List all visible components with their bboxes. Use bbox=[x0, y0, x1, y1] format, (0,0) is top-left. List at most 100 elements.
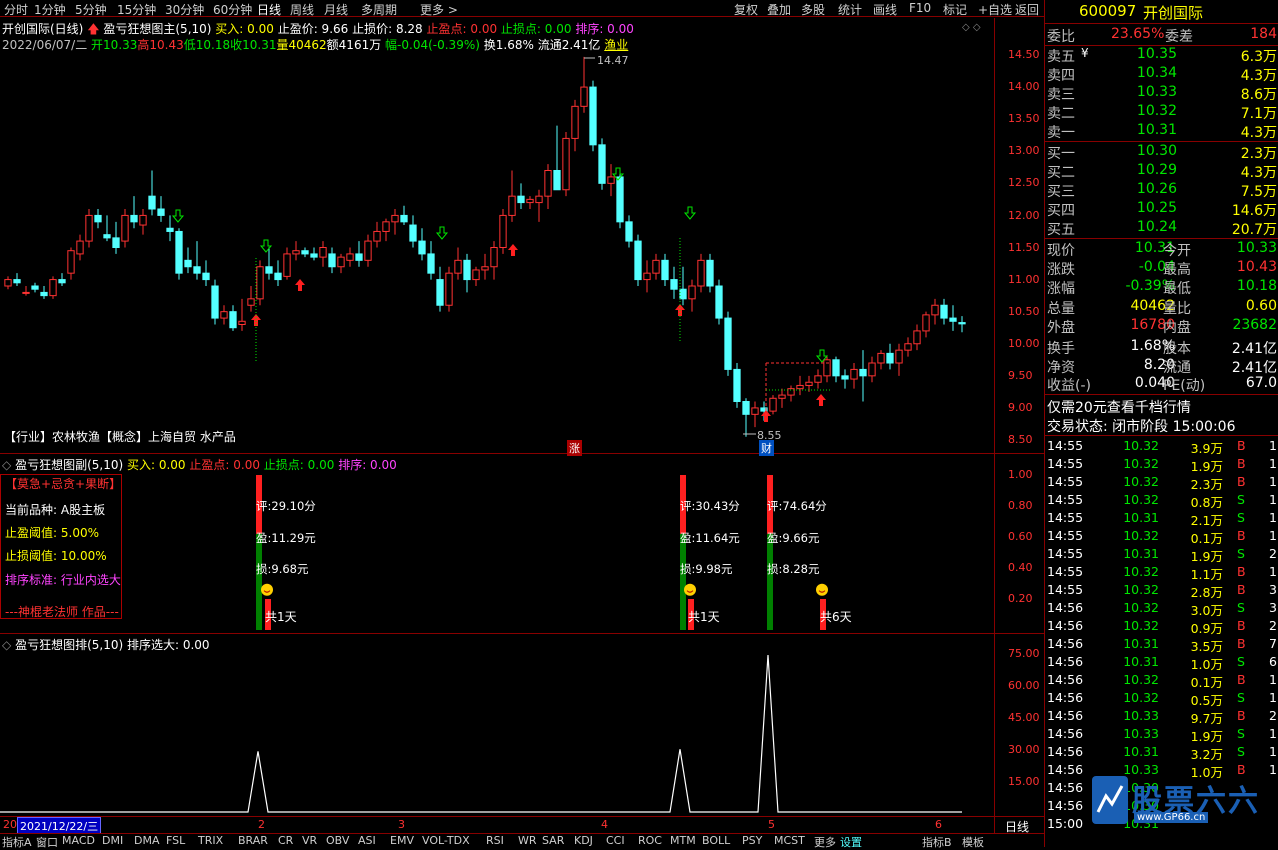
ask-row[interactable]: 卖五 ¥10.35 6.3万 bbox=[1045, 46, 1278, 65]
toolbar-button[interactable]: 画线 bbox=[873, 1, 897, 18]
bid-row[interactable]: 买一 10.30 2.3万 bbox=[1045, 143, 1278, 162]
ask-row[interactable]: 卖二 10.32 7.1万 bbox=[1045, 103, 1278, 122]
ask-row[interactable]: 卖一 10.31 4.3万 bbox=[1045, 122, 1278, 141]
candle-down bbox=[229, 311, 237, 329]
indicator-tab[interactable]: ROC bbox=[638, 834, 662, 847]
period-tab[interactable]: 月线 bbox=[324, 1, 348, 18]
tick-side: B bbox=[1237, 708, 1246, 723]
bid-row[interactable]: 买三 10.26 7.5万 bbox=[1045, 181, 1278, 200]
stat-row: 涨跌 -0.04 最高 10.43 bbox=[1045, 259, 1278, 278]
indicator-tab[interactable]: DMI bbox=[102, 834, 123, 847]
period-tab[interactable]: 30分钟 bbox=[165, 1, 204, 18]
candle-up bbox=[22, 291, 30, 294]
rank-panel[interactable] bbox=[0, 634, 994, 816]
signal-score: 评:74.64分 bbox=[767, 499, 827, 513]
indicator-tab[interactable]: DMA bbox=[134, 834, 160, 847]
period-tab[interactable]: 60分钟 bbox=[213, 1, 252, 18]
signal-days: 共1天 bbox=[688, 610, 720, 624]
tick-time: 14:55 bbox=[1047, 474, 1084, 489]
indicator-tab[interactable]: CCI bbox=[606, 834, 625, 847]
candle-up bbox=[481, 266, 489, 271]
candle-up bbox=[778, 394, 786, 399]
candle-down bbox=[436, 279, 444, 306]
period-tab[interactable]: 5分钟 bbox=[75, 1, 107, 18]
period-tab[interactable]: 15分钟 bbox=[117, 1, 156, 18]
stat-label: PE(动) bbox=[1163, 378, 1206, 394]
indicator-tab[interactable]: SAR bbox=[542, 834, 564, 847]
tick-volume: 0.9万 bbox=[1190, 621, 1223, 636]
toolbar-button[interactable]: 叠加 bbox=[767, 1, 791, 18]
indicator-tab[interactable]: FSL bbox=[166, 834, 185, 847]
high-price-label: 14.47 bbox=[597, 54, 629, 67]
candle-up bbox=[544, 170, 552, 197]
indicator-tab[interactable]: 更多 bbox=[814, 834, 836, 850]
candle-down bbox=[625, 221, 633, 242]
period-tab[interactable]: 日线 bbox=[257, 1, 281, 18]
indicator-tab[interactable]: BOLL bbox=[702, 834, 730, 847]
indicator-tab[interactable]: BRAR bbox=[238, 834, 268, 847]
ask-row[interactable]: 卖三 10.33 8.6万 bbox=[1045, 84, 1278, 103]
quote-side-panel: 600097 开创国际 委比 23.65% 委差 184 卖五 ¥10.35 6.3… bbox=[1044, 0, 1278, 847]
indicator-tab[interactable]: PSY bbox=[742, 834, 762, 847]
panel2-tick: 0.40 bbox=[1008, 561, 1033, 574]
tick-volume: 2.8万 bbox=[1190, 585, 1223, 600]
indicator-tab[interactable]: 窗口 bbox=[36, 834, 58, 850]
signal-panel[interactable] bbox=[0, 454, 994, 634]
indicator-tab[interactable]: OBV bbox=[326, 834, 349, 847]
indicator-tab[interactable]: CR bbox=[278, 834, 293, 847]
period-tab[interactable]: 1分钟 bbox=[34, 1, 66, 18]
ask-volume: 6.3万 bbox=[1240, 49, 1277, 65]
promo-row[interactable]: 仅需20元查看千档行情 bbox=[1045, 397, 1278, 416]
indicator-tab[interactable]: ASI bbox=[358, 834, 376, 847]
tick-time: 14:55 bbox=[1047, 564, 1084, 579]
tick-time: 14:56 bbox=[1047, 600, 1084, 615]
indicator-tab[interactable]: TRIX bbox=[198, 834, 223, 847]
ask-volume: 4.3万 bbox=[1240, 68, 1277, 84]
period-tab[interactable]: 周线 bbox=[290, 1, 314, 18]
toolbar-button[interactable]: 多股 bbox=[801, 1, 825, 18]
toolbar-button[interactable]: F10 bbox=[909, 1, 931, 15]
period-tab[interactable]: 多周期 bbox=[361, 1, 397, 18]
period-tab[interactable]: 更多 > bbox=[420, 1, 458, 18]
indicator-b-tab[interactable]: 指标B bbox=[922, 834, 952, 850]
tick-side: B bbox=[1237, 672, 1246, 687]
toolbar-button[interactable]: 复权 bbox=[734, 1, 758, 18]
ask-label: 卖五 bbox=[1047, 49, 1075, 65]
candlestick-chart[interactable] bbox=[0, 18, 994, 454]
stat-label: 股本 bbox=[1163, 341, 1191, 357]
candle-up bbox=[391, 214, 399, 223]
indicator-tab[interactable]: VOL-TDX bbox=[422, 834, 470, 847]
indicator-tab[interactable]: VR bbox=[302, 834, 317, 847]
price-tick: 8.50 bbox=[1008, 433, 1033, 447]
toolbar-button[interactable]: +自选 bbox=[978, 1, 1012, 18]
candle-up bbox=[823, 359, 831, 377]
indicator-tab[interactable]: MACD bbox=[62, 834, 95, 847]
toolbar-button[interactable]: 统计 bbox=[838, 1, 862, 18]
ask-row[interactable]: 卖四 10.34 4.3万 bbox=[1045, 65, 1278, 84]
toolbar-button[interactable]: 标记 bbox=[943, 1, 967, 18]
indicator-tab[interactable]: KDJ bbox=[574, 834, 593, 847]
bid-price: 10.30 bbox=[1136, 143, 1177, 159]
indicator-tab[interactable]: EMV bbox=[390, 834, 414, 847]
sell-arrow-icon bbox=[683, 206, 697, 220]
period-tab[interactable]: 分时 bbox=[4, 1, 28, 18]
candle-up bbox=[499, 214, 507, 249]
indicator-tab[interactable]: WR bbox=[518, 834, 537, 847]
bid-row[interactable]: 买五 10.24 20.7万 bbox=[1045, 219, 1278, 238]
bid-row[interactable]: 买二 10.29 4.3万 bbox=[1045, 162, 1278, 181]
toolbar-button[interactable]: 返回 bbox=[1015, 1, 1039, 18]
candle-down bbox=[193, 266, 201, 274]
indicator-tab[interactable]: MTM bbox=[670, 834, 696, 847]
bid-row[interactable]: 买四 10.25 14.6万 bbox=[1045, 200, 1278, 219]
indicator-tab[interactable]: RSI bbox=[486, 834, 504, 847]
indicator-tab[interactable]: MCST bbox=[774, 834, 805, 847]
price-tick: 14.50 bbox=[1008, 48, 1040, 61]
promo-text[interactable]: 仅需20元查看千档行情 bbox=[1047, 397, 1191, 417]
indicator-tab[interactable]: 设置 bbox=[840, 834, 862, 850]
stat-value: 2.41亿 bbox=[1231, 341, 1277, 357]
indicator-tab[interactable]: 指标A bbox=[2, 834, 32, 850]
stat-label: 换手 bbox=[1047, 341, 1075, 357]
candle-up bbox=[751, 407, 759, 415]
candle-down bbox=[58, 279, 66, 284]
template-tab[interactable]: 模板 bbox=[962, 834, 984, 850]
